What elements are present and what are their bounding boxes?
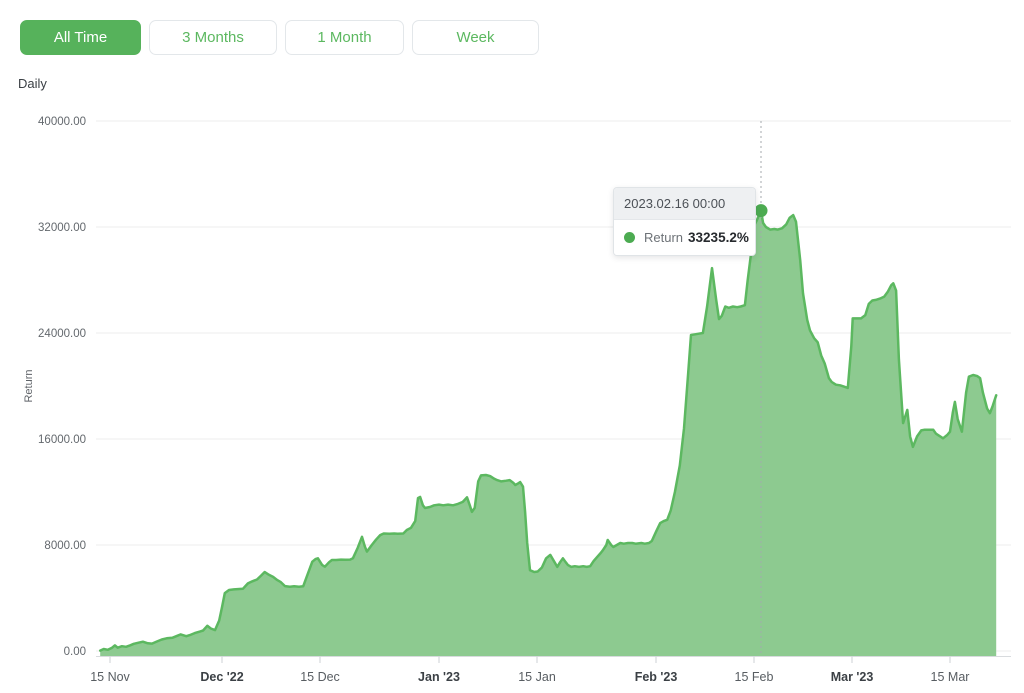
y-tick-label: 0.00 (64, 646, 86, 658)
x-tick-label: 15 Dec (300, 670, 340, 684)
return-area-chart[interactable]: 40000.00 32000.00 24000.00 16000.00 8000.00 0… (0, 0, 1024, 693)
x-tick-label: 15 Jan (518, 670, 556, 684)
y-tick-label: 40000.00 (38, 116, 86, 128)
tooltip-value: 33235.2% (688, 230, 749, 245)
three-months-button[interactable]: 3 Months (149, 20, 277, 55)
x-tick-label: Jan '23 (418, 670, 460, 684)
y-tick-label: 16000.00 (38, 434, 86, 446)
tooltip-series-label: Return (644, 230, 683, 245)
tooltip-body: Return 33235.2% (614, 220, 755, 255)
y-tick-label: 8000.00 (44, 540, 86, 552)
x-tick-label: Feb '23 (635, 670, 678, 684)
x-tick-label: 15 Feb (735, 670, 774, 684)
all-time-button[interactable]: All Time (20, 20, 141, 55)
y-tick-label: 24000.00 (38, 328, 86, 340)
chart-tooltip: 2023.02.16 00:00 Return 33235.2% (613, 187, 756, 256)
x-tick-label: 15 Nov (90, 670, 130, 684)
highlight-marker[interactable] (755, 204, 768, 217)
y-tick-label: 32000.00 (38, 222, 86, 234)
x-tick-label: Mar '23 (831, 670, 874, 684)
y-axis-title: Return (23, 369, 35, 402)
x-tick-label: 15 Mar (931, 670, 970, 684)
chart-page: 40000.00 32000.00 24000.00 16000.00 8000.00 0… (0, 0, 1024, 693)
week-button[interactable]: Week (412, 20, 539, 55)
series-dot-icon (624, 232, 635, 243)
x-tick-label: Dec '22 (200, 670, 243, 684)
one-month-button[interactable]: 1 Month (285, 20, 404, 55)
frequency-label: Daily (18, 76, 47, 91)
tooltip-date: 2023.02.16 00:00 (614, 188, 755, 220)
time-range-toolbar: All Time 3 Months 1 Month Week (20, 20, 539, 55)
